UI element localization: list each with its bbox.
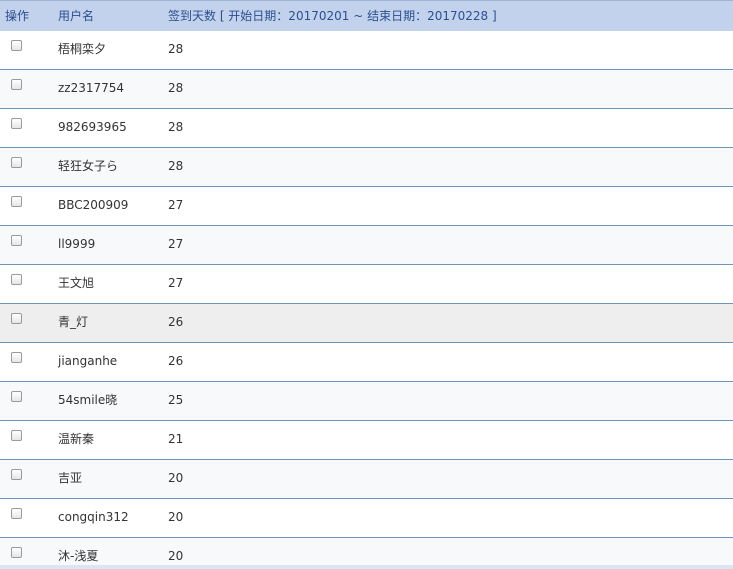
signin-days-cell: 26 [168, 354, 184, 368]
signin-days-cell: 28 [168, 120, 184, 134]
signin-days-cell: 25 [168, 393, 184, 407]
username-cell: 梧桐栾夕 [58, 42, 107, 56]
signin-days-cell: 20 [168, 549, 184, 563]
table-row: congqin312 20 [0, 499, 733, 538]
table-row: 轻狂女子ら 28 [0, 148, 733, 187]
signin-table: 操作 用户名 签到天数 [ 开始日期：20170201 ~ 结束日期：20170… [0, 0, 733, 569]
username-cell: 青_灯 [58, 315, 89, 329]
row-select-checkbox[interactable] [11, 391, 22, 402]
signin-days-cell: 20 [168, 510, 184, 524]
column-header-signin-days: 签到天数 [ 开始日期：20170201 ~ 结束日期：20170228 ] [168, 9, 497, 23]
username-cell: ll9999 [58, 237, 96, 251]
row-select-checkbox[interactable] [11, 40, 22, 51]
username-cell: zz2317754 [58, 81, 125, 95]
table-row: zz2317754 28 [0, 70, 733, 109]
row-select-checkbox[interactable] [11, 469, 22, 480]
signin-days-cell: 28 [168, 42, 184, 56]
username-cell: 54smile晓 [58, 393, 118, 407]
table-row: BBC200909 27 [0, 187, 733, 226]
row-select-checkbox[interactable] [11, 196, 22, 207]
table-body: 梧桐栾夕 28 zz2317754 28 982693965 28 轻狂女子ら … [0, 31, 733, 569]
username-cell: 温新秦 [58, 432, 95, 446]
signin-days-cell: 28 [168, 81, 184, 95]
table-footer-edge [0, 565, 733, 569]
table-row: jianganhe 26 [0, 343, 733, 382]
signin-days-cell: 20 [168, 471, 184, 485]
signin-days-cell: 27 [168, 276, 184, 290]
username-cell: congqin312 [58, 510, 129, 524]
table-row: 54smile晓 25 [0, 382, 733, 421]
username-cell: BBC200909 [58, 198, 129, 212]
row-select-checkbox[interactable] [11, 79, 22, 90]
table-row: 梧桐栾夕 28 [0, 31, 733, 70]
username-cell: 沐-浅夏 [58, 549, 99, 563]
table-header: 操作 用户名 签到天数 [ 开始日期：20170201 ~ 结束日期：20170… [0, 0, 733, 31]
row-select-checkbox[interactable] [11, 547, 22, 558]
table-row: ll9999 27 [0, 226, 733, 265]
username-cell: 982693965 [58, 120, 127, 134]
signin-days-cell: 21 [168, 432, 184, 446]
row-select-checkbox[interactable] [11, 235, 22, 246]
row-select-checkbox[interactable] [11, 313, 22, 324]
table-row: 982693965 28 [0, 109, 733, 148]
column-header-username: 用户名 [58, 9, 95, 23]
signin-days-cell: 28 [168, 159, 184, 173]
table-row: 青_灯 26 [0, 304, 733, 343]
table-row: 温新秦 21 [0, 421, 733, 460]
username-cell: jianganhe [58, 354, 118, 368]
table-row: 王文旭 27 [0, 265, 733, 304]
table-row: 吉亚 20 [0, 460, 733, 499]
username-cell: 轻狂女子ら [58, 159, 119, 173]
signin-days-cell: 26 [168, 315, 184, 329]
signin-days-cell: 27 [168, 198, 184, 212]
row-select-checkbox[interactable] [11, 274, 22, 285]
username-cell: 吉亚 [58, 471, 83, 485]
signin-days-cell: 27 [168, 237, 184, 251]
row-select-checkbox[interactable] [11, 430, 22, 441]
username-cell: 王文旭 [58, 276, 95, 290]
row-select-checkbox[interactable] [11, 508, 22, 519]
column-header-operation: 操作 [5, 9, 30, 23]
row-select-checkbox[interactable] [11, 118, 22, 129]
row-select-checkbox[interactable] [11, 157, 22, 168]
row-select-checkbox[interactable] [11, 352, 22, 363]
